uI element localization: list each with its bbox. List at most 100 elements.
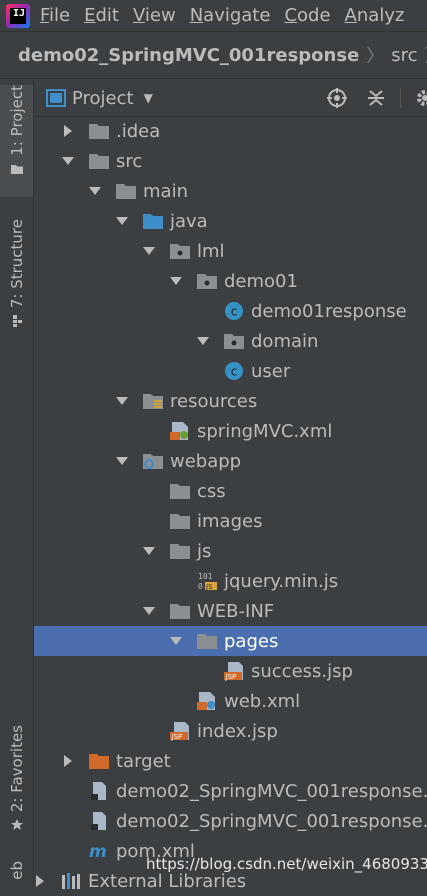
jsp-icon: JSP — [223, 661, 245, 681]
tree-item-label: js — [197, 540, 212, 562]
binary-js-icon: 101 0 JS — [196, 571, 218, 591]
package-icon — [196, 271, 218, 291]
web-xml-icon — [196, 691, 218, 711]
chevron-down-icon[interactable] — [116, 395, 128, 407]
tree-row[interactable]: resources — [34, 386, 427, 416]
maven-icon: m — [88, 841, 110, 861]
tree-row[interactable]: domain — [34, 326, 427, 356]
star-icon — [10, 819, 23, 831]
tree-row[interactable]: images — [34, 506, 427, 536]
svg-text:c: c — [231, 305, 238, 319]
tree-item-label: demo02_SpringMVC_001response.iv — [116, 810, 427, 832]
chevron-down-icon[interactable] — [170, 275, 182, 287]
breadcrumb-separator-icon: 〉 — [366, 46, 385, 67]
gear-icon[interactable] — [414, 87, 427, 109]
tree-row[interactable]: JSP success.jsp — [34, 656, 427, 686]
tree-item-label: demo01 — [224, 270, 298, 292]
structure-icon — [12, 315, 22, 328]
tree-row[interactable]: c demo01response — [34, 296, 427, 326]
svg-text:JS: JS — [205, 583, 213, 591]
breadcrumb-src[interactable]: src — [391, 45, 417, 66]
tree-row[interactable]: webapp — [34, 446, 427, 476]
menu-edit[interactable]: Edit — [84, 5, 119, 26]
structure-tool-tab[interactable]: 7: Structure — [0, 219, 33, 337]
tree-row[interactable]: js — [34, 536, 427, 566]
chevron-down-icon[interactable] — [116, 215, 128, 227]
chevron-right-icon[interactable] — [62, 125, 74, 137]
chevron-down-icon[interactable] — [62, 155, 74, 167]
tree-row[interactable]: main — [34, 176, 427, 206]
menu-view[interactable]: View — [133, 5, 176, 26]
tree-item-label: success.jsp — [251, 660, 353, 682]
source-folder-icon — [142, 211, 164, 231]
chevron-down-icon[interactable] — [89, 185, 101, 197]
menu-bar: IJ File Edit View Navigate Code Analyz — [0, 0, 427, 32]
tree-row[interactable]: WEB-INF — [34, 596, 427, 626]
spring-xml-icon — [169, 421, 191, 441]
tree-row[interactable]: JSP index.jsp — [34, 716, 427, 746]
web-tool-tab-label: eb — [7, 861, 26, 880]
tree-item-label: jquery.min.js — [224, 570, 339, 592]
locate-file-icon[interactable] — [326, 87, 348, 109]
folder-icon — [196, 631, 218, 651]
svg-text:0: 0 — [198, 582, 203, 591]
project-view-selector[interactable]: Project — [72, 88, 134, 109]
chevron-right-icon[interactable] — [34, 875, 46, 887]
folder-icon — [169, 541, 191, 561]
folder-icon — [10, 164, 23, 174]
svg-text:m: m — [89, 842, 107, 861]
tool-window-stripe: 1: Project 7: Structure 2: Favorites eb — [0, 79, 34, 885]
tree-row[interactable]: 101 0 JS jquery.min.js — [34, 566, 427, 596]
tree-row[interactable]: src — [34, 146, 427, 176]
tree-item-label: pages — [224, 630, 279, 652]
package-icon — [169, 241, 191, 261]
folder-icon — [169, 481, 191, 501]
tree-row[interactable]: target — [34, 746, 427, 776]
chevron-down-icon[interactable] — [170, 635, 182, 647]
web-tool-tab[interactable]: eb — [0, 861, 33, 885]
svg-text:JSP: JSP — [171, 733, 183, 741]
tree-row[interactable]: springMVC.xml — [34, 416, 427, 446]
tree-row[interactable]: pages — [34, 626, 427, 656]
tree-item-label: springMVC.xml — [197, 420, 333, 442]
structure-tool-tab-label: 7: Structure — [7, 219, 26, 309]
intellij-logo-icon: IJ — [6, 3, 30, 28]
favorites-tool-tab-label: 2: Favorites — [7, 725, 26, 813]
project-tool-tab-label: 1: Project — [7, 85, 26, 156]
tree-item-label: demo01response — [251, 300, 407, 322]
tree-row[interactable]: lml — [34, 236, 427, 266]
header-divider — [400, 88, 401, 108]
chevron-down-icon[interactable] — [143, 545, 155, 557]
tree-row[interactable]: web.xml — [34, 686, 427, 716]
menu-navigate[interactable]: Navigate — [190, 5, 271, 26]
collapse-all-icon[interactable] — [365, 87, 387, 109]
svg-text:101: 101 — [198, 572, 213, 581]
chevron-down-icon[interactable] — [143, 605, 155, 617]
menu-file[interactable]: File — [40, 5, 70, 26]
tree-row[interactable]: demo01 — [34, 266, 427, 296]
tree-row[interactable]: java — [34, 206, 427, 236]
menu-code[interactable]: Code — [284, 5, 330, 26]
watermark: https://blog.csdn.net/weixin_46809332 — [146, 855, 427, 873]
jsp-icon: JSP — [169, 721, 191, 741]
chevron-down-icon[interactable]: ▼ — [144, 91, 153, 105]
folder-icon — [88, 151, 110, 171]
module-file-icon — [88, 781, 110, 801]
chevron-down-icon[interactable] — [143, 245, 155, 257]
folder-icon — [88, 121, 110, 141]
tree-row[interactable]: .idea — [34, 116, 427, 146]
chevron-down-icon[interactable] — [197, 335, 209, 347]
chevron-right-icon[interactable] — [62, 755, 74, 767]
tree-row[interactable]: demo02_SpringMVC_001response.iv — [34, 806, 427, 836]
breadcrumb-project[interactable]: demo02_SpringMVC_001response — [18, 45, 359, 66]
excluded-folder-icon — [88, 751, 110, 771]
menu-analyze[interactable]: Analyz — [345, 5, 405, 26]
chevron-down-icon[interactable] — [116, 455, 128, 467]
tree-row[interactable]: c user — [34, 356, 427, 386]
tree-row[interactable]: css — [34, 476, 427, 506]
web-folder-icon — [142, 451, 164, 471]
tree-item-label: main — [143, 180, 188, 202]
tree-row[interactable]: demo02_SpringMVC_001response.i — [34, 776, 427, 806]
project-tool-tab[interactable]: 1: Project — [0, 85, 33, 197]
favorites-tool-tab[interactable]: 2: Favorites — [0, 725, 33, 843]
